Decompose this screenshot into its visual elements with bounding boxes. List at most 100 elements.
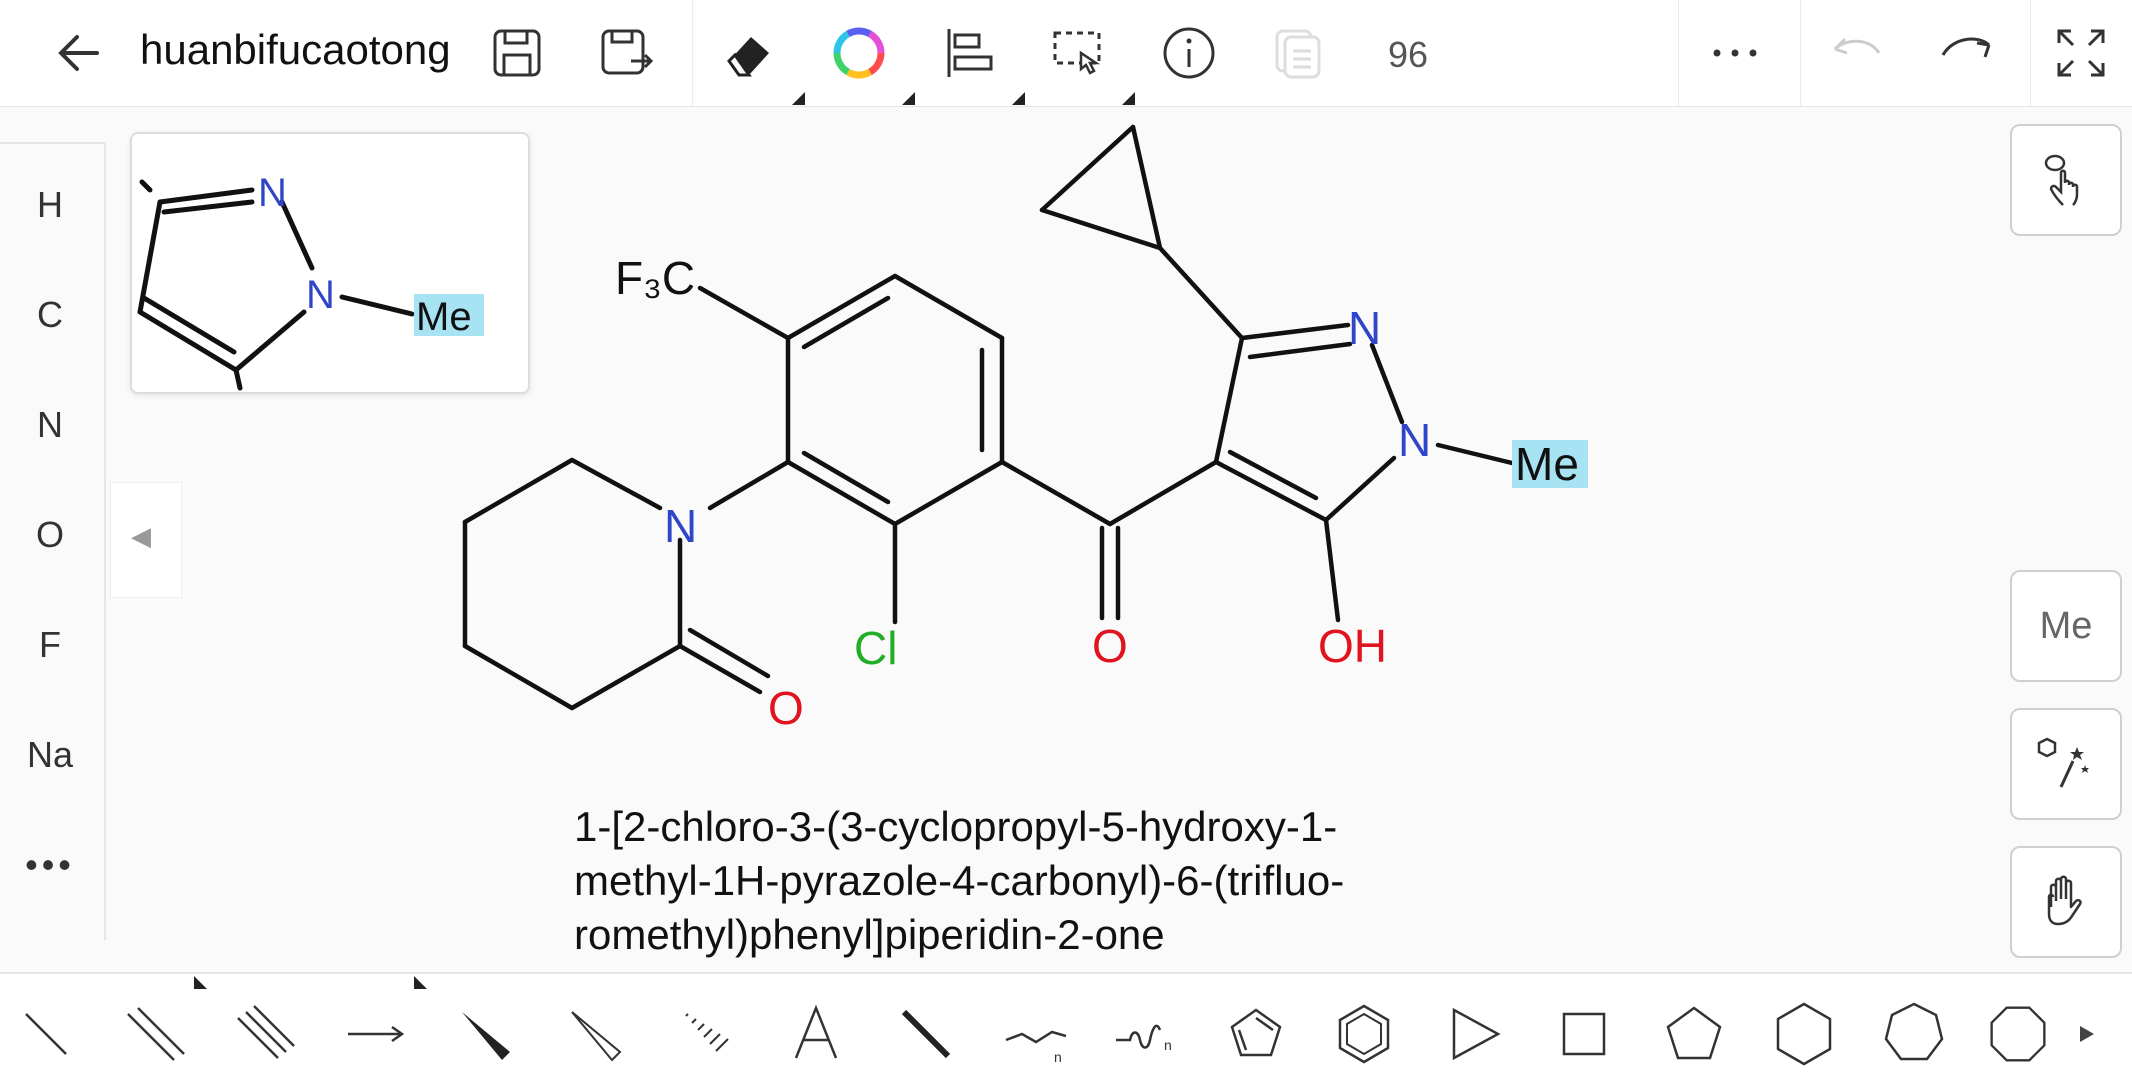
template-me-button[interactable]: Me [2010, 570, 2122, 682]
fullscreen-icon [2057, 29, 2105, 77]
square-tool[interactable] [1546, 996, 1622, 1072]
text-tool[interactable] [778, 996, 854, 1072]
iupac-name[interactable]: 1-[2-chloro-3-(3-cyclopropyl-5-hydroxy-1… [574, 800, 1534, 962]
back-arrow-icon [58, 35, 99, 71]
element-panel: H C N O F Na ••• [0, 142, 106, 940]
hash-wedge-tool[interactable] [558, 996, 634, 1072]
save-icon [493, 29, 541, 77]
heptagon-tool[interactable] [1876, 996, 1952, 1072]
scroll-right-button[interactable] [2052, 996, 2120, 1072]
iupac-line: romethyl)phenyl]piperidin-2-one [574, 911, 1165, 958]
align-submenu-indicator [1012, 92, 1025, 105]
color-wheel-icon [833, 27, 885, 79]
preview-atom-me: Me [416, 295, 472, 339]
eraser-submenu-indicator [792, 92, 805, 105]
iupac-line: methyl-1H-pyrazole-4-carbonyl)-6-(triflu… [574, 857, 1345, 904]
fullscreen-button[interactable] [2042, 14, 2120, 92]
atom-oh: OH [1318, 620, 1387, 672]
info-icon [1163, 27, 1215, 79]
clean-structure-button[interactable] [2010, 708, 2122, 820]
save-button[interactable] [478, 14, 556, 92]
wavy-chain-tool[interactable]: n [1108, 996, 1184, 1072]
pentagon-tool[interactable] [1656, 996, 1732, 1072]
align-button[interactable] [930, 14, 1008, 92]
toolbar-divider [1800, 0, 1801, 106]
save-as-icon [601, 29, 654, 75]
collapse-panel-button[interactable]: ◀ [110, 482, 182, 598]
select-button[interactable] [1040, 14, 1118, 92]
back-button[interactable] [40, 14, 118, 92]
scroll-right-icon [2080, 1026, 2094, 1042]
element-na[interactable]: Na [0, 734, 100, 776]
toolbar-divider [1678, 0, 1679, 106]
benzene-icon [1338, 1004, 1390, 1064]
magic-wand-icon [2037, 737, 2089, 788]
triangle-tool[interactable] [1436, 996, 1512, 1072]
eraser-icon [727, 37, 769, 77]
touch-select-button[interactable] [2010, 124, 2122, 236]
element-f[interactable]: F [0, 624, 100, 666]
element-n[interactable]: N [0, 404, 100, 446]
more-button[interactable] [1696, 14, 1774, 92]
color-button[interactable] [820, 14, 898, 92]
atom-n-piperidine: N [664, 500, 697, 552]
info-button[interactable] [1150, 14, 1228, 92]
atom-cl: Cl [854, 622, 897, 674]
chain-icon: n [1005, 1030, 1067, 1065]
double-bond-icon [127, 1007, 185, 1061]
atom-n-pyrazole-1: N [1398, 414, 1431, 466]
bold-bond-tool[interactable] [888, 996, 964, 1072]
more-elements-button[interactable]: ••• [0, 844, 100, 886]
cyclopentadiene-icon [1230, 1008, 1282, 1057]
wavy-chain-icon: n [1116, 1024, 1172, 1053]
element-c[interactable]: C [0, 294, 100, 336]
bottom-toolbar: n n [0, 972, 2132, 1082]
collapse-left-icon: ◀ [131, 521, 151, 551]
undo-icon [1833, 37, 1881, 55]
benzene-tool[interactable] [1326, 996, 1402, 1072]
svg-text:n: n [1054, 1049, 1062, 1065]
chain-tool[interactable]: n [998, 996, 1074, 1072]
preview-atom-n: N [258, 171, 287, 215]
arrow-submenu-indicator [414, 976, 427, 989]
arrow-icon [348, 1025, 405, 1043]
element-o[interactable]: O [0, 514, 100, 556]
pentagon-icon [1666, 1006, 1722, 1060]
octagon-tool[interactable] [1986, 996, 2050, 1072]
bond-lines [462, 124, 1515, 711]
save-as-button[interactable] [588, 14, 666, 92]
select-icon [1053, 31, 1101, 75]
align-icon [947, 29, 993, 77]
wedge-bond-tool[interactable] [448, 996, 524, 1072]
undo-button[interactable] [1818, 14, 1896, 92]
atom-o-carbonyl: O [1092, 620, 1128, 672]
cyclopentadiene-tool[interactable] [1218, 996, 1294, 1072]
element-h[interactable]: H [0, 184, 100, 226]
document-title: huanbifucaotong [140, 26, 451, 73]
fragment-preview[interactable]: N N Me [130, 132, 530, 394]
hexagon-tool[interactable] [1766, 996, 1842, 1072]
text-icon [794, 1004, 838, 1059]
hash-bond-tool[interactable] [668, 996, 744, 1072]
double-bond-tool[interactable] [118, 996, 194, 1072]
redo-button[interactable] [1928, 14, 2006, 92]
triple-bond-tool[interactable] [228, 996, 304, 1072]
copy-button[interactable] [1260, 14, 1338, 92]
preview-atom-n: N [306, 273, 335, 317]
single-bond-tool[interactable] [8, 996, 84, 1072]
triangle-icon [1452, 1007, 1501, 1061]
arrow-tool[interactable] [338, 996, 414, 1072]
hash-wedge-icon [571, 1011, 622, 1062]
preview-structure: N N Me [137, 171, 484, 391]
atom-o-lactam: O [768, 682, 804, 734]
eraser-button[interactable] [710, 14, 788, 92]
toolbar-divider [2030, 0, 2031, 106]
template-me-label: Me [2039, 604, 2093, 647]
pan-button[interactable] [2010, 846, 2122, 958]
square-icon [1562, 1012, 1606, 1056]
hand-icon [2047, 875, 2082, 926]
redo-icon [1941, 37, 1991, 58]
iupac-line: 1-[2-chloro-3-(3-cyclopropyl-5-hydroxy-1… [574, 803, 1338, 850]
octagon-icon [1990, 1006, 2046, 1062]
hash-bond-icon [685, 1013, 729, 1052]
